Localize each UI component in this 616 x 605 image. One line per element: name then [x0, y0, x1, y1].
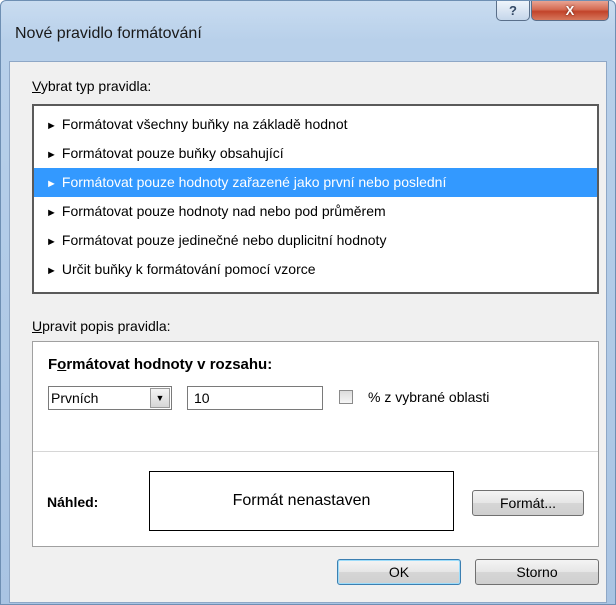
format-button[interactable]: Formát...	[472, 490, 584, 516]
format-values-mnemonic: o	[57, 356, 67, 373]
rule-type-item[interactable]: ► Formátovat všechny buňky na základě hod…	[34, 110, 597, 139]
edit-rule-mnemonic: U	[32, 318, 43, 334]
triangle-right-icon: ►	[46, 178, 57, 190]
percent-checkbox-label[interactable]: % z vybrané oblasti	[368, 389, 489, 405]
dropdown-value: Prvních	[51, 390, 99, 406]
panel-divider	[33, 451, 598, 452]
triangle-right-icon: ►	[46, 207, 57, 219]
edit-rule-label-rest: pravit popis pravidla:	[42, 318, 171, 334]
rule-type-item[interactable]: ► Formátovat pouze buňky obsahující	[34, 139, 597, 168]
triangle-right-icon: ►	[46, 120, 57, 132]
close-icon: X	[565, 3, 575, 18]
rule-type-item-label: Určit buňky k formátování pomocí vzorce	[61, 261, 316, 277]
help-icon: ?	[509, 3, 517, 18]
help-button[interactable]: ?	[496, 1, 530, 21]
cancel-button[interactable]: Storno	[475, 559, 599, 585]
cancel-button-label: Storno	[516, 564, 558, 580]
triangle-right-icon: ►	[46, 149, 57, 161]
rule-type-item[interactable]: ► Formátovat pouze jedinečné nebo duplici…	[34, 226, 597, 255]
select-rule-type-label: Vybrat typ pravidla:	[32, 78, 151, 94]
top-bottom-dropdown[interactable]: Prvních ▼	[48, 386, 172, 410]
select-rule-type-label-rest: ybrat typ pravidla:	[40, 78, 152, 94]
select-rule-type-mnemonic: V	[32, 78, 41, 94]
rule-type-item-label: Formátovat pouze buňky obsahující	[61, 145, 284, 161]
rule-type-item-label: Formátovat všechny buňky na základě hodn…	[61, 116, 348, 132]
dialog-body: Vybrat typ pravidla: ► Formátovat všechny…	[9, 61, 607, 603]
rule-type-item-label: Formátovat pouze hodnoty nad nebo pod pr…	[61, 203, 386, 219]
rule-type-item[interactable]: ► Určit buňky k formátování pomocí vzorce	[34, 255, 597, 284]
triangle-right-icon: ►	[46, 265, 57, 277]
format-preview: Formát nenastaven	[149, 471, 454, 531]
chevron-down-icon[interactable]: ▼	[150, 388, 170, 408]
dialog-title: Nové pravidlo formátování	[15, 25, 202, 42]
format-values-label: Formátovat hodnoty v rozsahu:	[48, 356, 273, 373]
preview-label: Náhled:	[47, 494, 99, 510]
edit-rule-description-label: Upravit popis pravidla:	[32, 318, 171, 334]
close-button[interactable]: X	[531, 1, 609, 21]
rule-type-list[interactable]: ► Formátovat všechny buňky na základě hod…	[32, 104, 599, 294]
rule-type-item[interactable]: ► Formátovat pouze hodnoty zařazené jako …	[34, 168, 597, 197]
ok-button-label: OK	[388, 564, 410, 580]
rank-count-input[interactable]	[187, 386, 323, 410]
rule-type-item-label: Formátovat pouze jedinečné nebo duplicit…	[61, 232, 387, 248]
rule-description-panel: Formátovat hodnoty v rozsahu: Prvních ▼ …	[32, 341, 599, 547]
ok-button[interactable]: OK	[337, 559, 461, 585]
rule-type-item-label: Formátovat pouze hodnoty zařazené jako p…	[61, 174, 447, 190]
preview-text: Formát nenastaven	[232, 492, 371, 509]
dialog-window: Nové pravidlo formátování ? X Vybrat typ…	[0, 0, 616, 605]
title-bar[interactable]: Nové pravidlo formátování ? X	[1, 1, 615, 61]
triangle-right-icon: ►	[46, 236, 57, 248]
percent-checkbox[interactable]	[339, 390, 353, 404]
format-button-label: Formát...	[499, 495, 556, 511]
rule-type-item[interactable]: ► Formátovat pouze hodnoty nad nebo pod p…	[34, 197, 597, 226]
